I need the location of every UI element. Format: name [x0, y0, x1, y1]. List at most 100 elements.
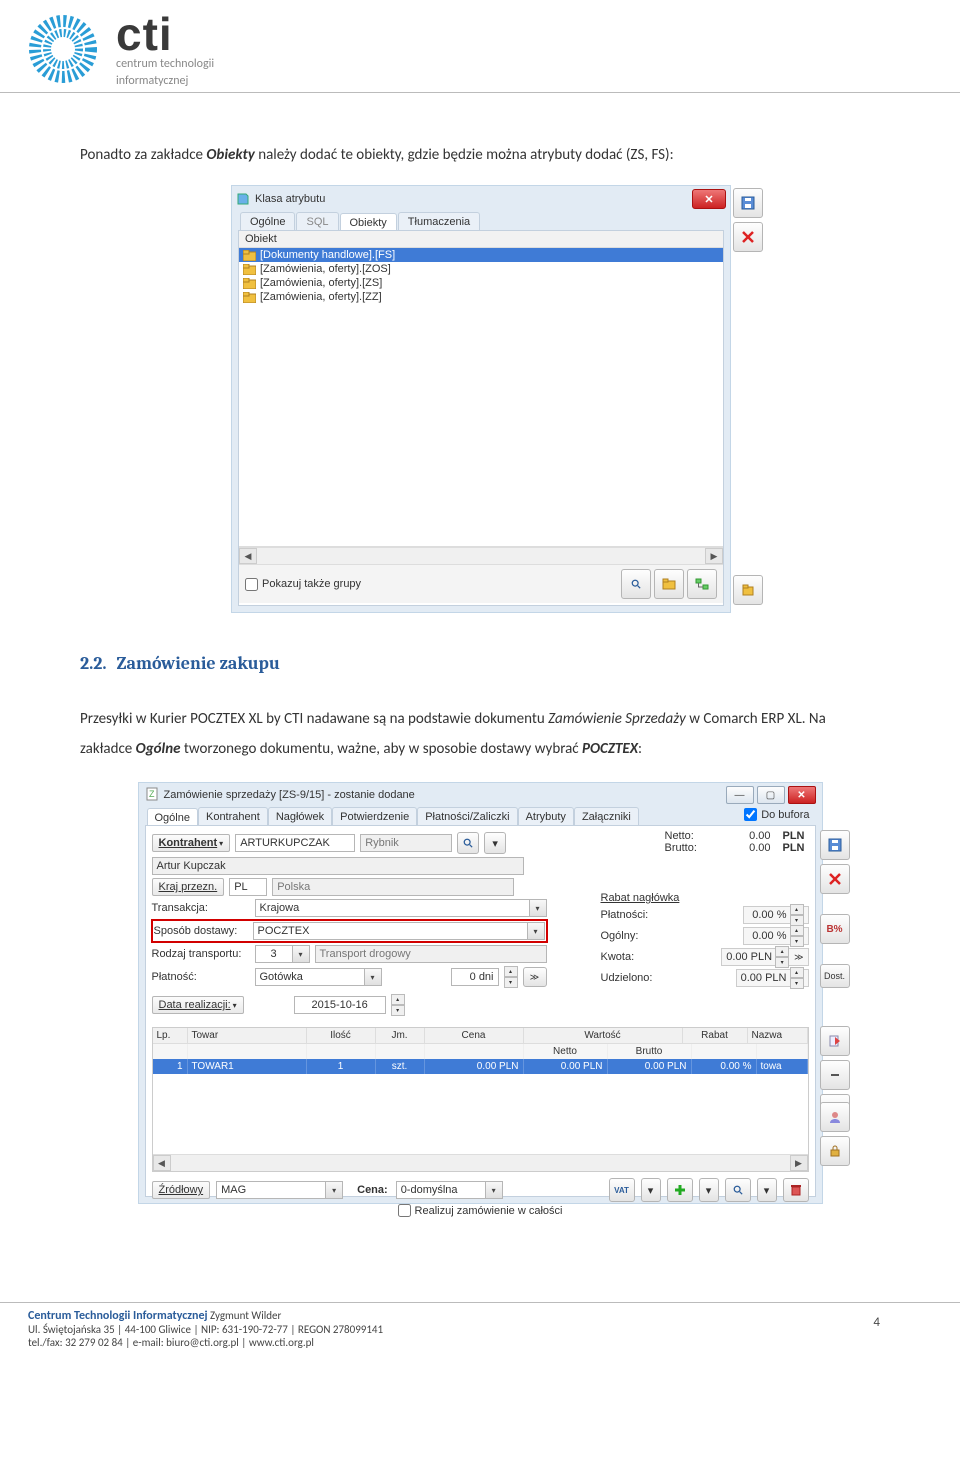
close-button[interactable]: ✕ — [692, 189, 726, 209]
dlg1-title: Klasa atrybutu — [255, 193, 325, 205]
cancel-button[interactable] — [733, 222, 763, 252]
show-groups-checkbox[interactable]: Pokazuj także grupy — [245, 578, 361, 591]
footer-title-pre: Centrum Technologii Informatycznej — [28, 1309, 208, 1323]
rodzaj-value: Transport drogowy — [315, 945, 547, 963]
table-row[interactable]: 1 TOWAR1 1 szt. 0.00 PLN 0.00 PLN 0.00 P… — [153, 1059, 808, 1074]
p1-pre: Ponadto za zakładce — [80, 146, 206, 164]
chevron-down-icon: ▾ — [530, 899, 547, 917]
page-number: 4 — [873, 1315, 880, 1330]
tree-button[interactable] — [687, 569, 717, 599]
show-groups-label: Pokazuj także grupy — [262, 578, 361, 590]
cell-nazwa: towa — [757, 1059, 808, 1074]
kontrahent-button[interactable]: Kontrahent ▾ — [152, 834, 231, 852]
search-button[interactable] — [725, 1178, 751, 1202]
col-lp: Lp. — [153, 1028, 188, 1043]
add-button[interactable] — [667, 1178, 693, 1202]
rodzaj-num-dropdown[interactable]: 3▾ — [255, 945, 310, 963]
cena-value: 0-domyślna — [396, 1181, 486, 1199]
folder-icon — [243, 278, 256, 289]
delete-button[interactable] — [783, 1178, 809, 1202]
expand-button[interactable]: ▾ — [484, 832, 506, 854]
cena-dropdown[interactable]: 0-domyślna▾ — [396, 1181, 503, 1199]
tab-potwierdzenie[interactable]: Potwierdzenie — [332, 807, 417, 825]
logo-text: cti centrum technologii informatycznej — [116, 14, 214, 88]
kontrahent-input[interactable]: ARTURKUPCZAK — [235, 834, 355, 852]
dni-spinner[interactable]: ▴▾ — [504, 966, 518, 988]
search-button[interactable] — [621, 569, 651, 599]
p2-t3: tworzonego dokumentu, ważne, aby w sposo… — [181, 740, 583, 758]
paragraph-2: Przesyłki w Kurier POCZTEX XL by CTI nad… — [80, 704, 880, 764]
export-button[interactable] — [820, 1026, 850, 1056]
close-button[interactable]: ✕ — [788, 786, 816, 804]
cell-lp: 1 — [153, 1059, 188, 1074]
scrollbar[interactable]: ◀▶ — [239, 547, 723, 564]
section-heading: 2.2.Zamówienie zakupu — [80, 653, 880, 674]
dropdown-button[interactable]: ▾ — [757, 1178, 777, 1202]
kraj-name: Polska — [272, 878, 514, 896]
search-button[interactable] — [457, 832, 479, 854]
minimize-button[interactable]: — — [726, 786, 754, 804]
tab-naglowek[interactable]: Nagłówek — [268, 807, 332, 825]
tab-platnosci[interactable]: Płatności/Zaliczki — [417, 807, 517, 825]
dlg2-titlebar: Z Zamówienie sprzedaży [ZS-9/15] - zosta… — [139, 783, 822, 807]
zrodlowy-button[interactable]: Źródłowy — [152, 1181, 211, 1199]
dlg1-tabs: Ogólne SQL Obiekty Tłumaczenia — [232, 212, 730, 230]
platnosci-label: Płatności: — [601, 907, 651, 923]
tab-zalaczniki[interactable]: Załączniki — [574, 807, 639, 825]
list-item[interactable]: [Zamówienia, oferty].[ZZ] — [239, 290, 723, 304]
cell-cena: 0.00 PLN — [425, 1059, 524, 1074]
dropdown-button[interactable]: ▾ — [641, 1178, 661, 1202]
dialog-klasa-atrybutu: Klasa atrybutu ✕ Ogólne SQL Obiekty Tłum… — [231, 185, 729, 613]
platnosc-dropdown[interactable]: Gotówka▾ — [255, 968, 382, 986]
dni-input[interactable]: 0 dni — [451, 968, 499, 986]
attach-button[interactable] — [733, 575, 763, 605]
do-bufora-label: Do bufora — [761, 809, 809, 821]
cena-label: Cena: — [357, 1182, 390, 1198]
maximize-button[interactable]: ▢ — [757, 786, 785, 804]
vat-button[interactable]: VAT — [609, 1178, 635, 1202]
list-item[interactable]: [Dokumenty handlowe].[FS] — [239, 248, 723, 262]
user-button[interactable] — [820, 1102, 850, 1132]
do-bufora-checkbox[interactable]: Do bufora — [744, 808, 813, 825]
tab-kontrahent[interactable]: Kontrahent — [198, 807, 268, 825]
cell-jm: szt. — [376, 1059, 425, 1074]
brutto-label: Brutto: — [665, 842, 715, 854]
kraj-code-input[interactable]: PL — [229, 878, 267, 896]
transakcja-dropdown[interactable]: Krajowa▾ — [255, 899, 547, 917]
date-spinner[interactable]: ▴▾ — [391, 994, 405, 1016]
add-folder-button[interactable] — [654, 569, 684, 599]
ogolny-value: 0.00 %▴▾ — [743, 927, 809, 945]
grid-scrollbar[interactable]: ◀▶ — [153, 1154, 808, 1171]
tab-tlumaczenia[interactable]: Tłumaczenia — [398, 212, 480, 230]
zrodlowy-dropdown[interactable]: MAG▾ — [216, 1181, 343, 1199]
lock-button[interactable] — [820, 1136, 850, 1166]
realizuj-checkbox[interactable]: Realizuj zamówienie w całości — [398, 1204, 563, 1217]
tab-ogolne[interactable]: Ogólne — [240, 212, 295, 230]
tab-ogolne[interactable]: Ogólne — [147, 808, 198, 826]
chevron-down-icon: ▾ — [528, 922, 545, 940]
data-value[interactable]: 2015-10-16 — [294, 996, 386, 1014]
page-footer: Centrum Technologii Informatycznej Zygmu… — [0, 1302, 960, 1367]
kwota-value: 0.00 PLN▴▾≫ — [721, 948, 808, 966]
tab-sql[interactable]: SQL — [296, 212, 338, 230]
object-list: [Dokumenty handlowe].[FS] [Zamówienia, o… — [239, 248, 723, 547]
rabat-heading: Rabat nagłówka — [601, 890, 809, 906]
minus-button[interactable] — [820, 1060, 850, 1090]
sposob-dropdown[interactable]: POCZTEX▾ — [253, 922, 545, 940]
dropdown-button[interactable]: ▾ — [699, 1178, 719, 1202]
totals-block: Netto:0.00PLN Brutto:0.00PLN — [665, 830, 805, 854]
kraj-button[interactable]: Kraj przezn. — [152, 878, 225, 896]
col-jm: Jm. — [376, 1028, 425, 1043]
percent-button[interactable]: B% — [820, 914, 850, 944]
save-button[interactable] — [733, 188, 763, 218]
list-item[interactable]: [Zamówienia, oferty].[ZOS] — [239, 262, 723, 276]
tab-atrybuty[interactable]: Atrybuty — [518, 807, 574, 825]
forward-button[interactable]: ≫ — [523, 967, 547, 987]
list-item[interactable]: [Zamówienia, oferty].[ZS] — [239, 276, 723, 290]
tab-obiekty[interactable]: Obiekty — [340, 213, 397, 231]
cell-towar: TOWAR1 — [188, 1059, 307, 1074]
data-realizacji-button[interactable]: Data realizacji: ▾ — [152, 996, 244, 1014]
save-button[interactable] — [820, 830, 850, 860]
cancel-button[interactable] — [820, 864, 850, 894]
dost-button[interactable]: Dost. — [820, 964, 850, 988]
